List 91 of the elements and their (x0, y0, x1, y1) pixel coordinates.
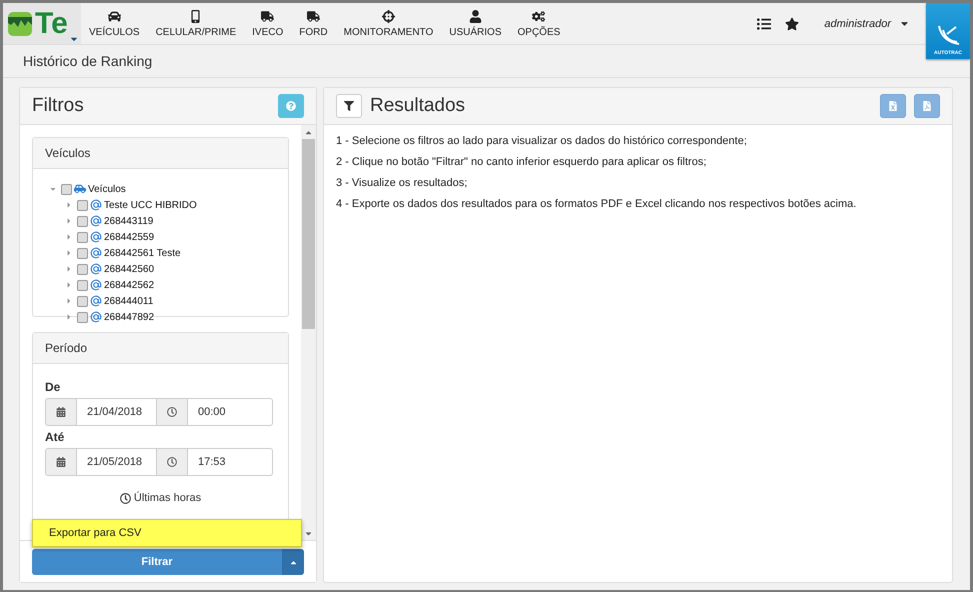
page-title: Histórico de Ranking (23, 53, 152, 69)
expand-icon[interactable] (65, 297, 73, 305)
tree-item[interactable]: 268444011 (104, 296, 154, 306)
tree-item[interactable]: 268442560 (104, 264, 154, 274)
help-icon (286, 101, 296, 111)
user-menu[interactable]: administrador (806, 3, 899, 44)
calendar-addon[interactable] (46, 399, 77, 425)
logo-text: Te (35, 8, 68, 38)
card-title: Veículos (45, 146, 90, 160)
clock-icon (167, 457, 177, 467)
tree-item[interactable]: 268442562 (104, 280, 154, 290)
checkbox[interactable] (77, 200, 88, 210)
clock-addon[interactable] (157, 449, 188, 475)
calendar-icon (56, 457, 66, 467)
expand-icon[interactable] (65, 201, 73, 209)
scrollbar[interactable] (301, 125, 316, 540)
instruction-text: 1 - Selecione os filtros ao lado para visualizar os dados do histórico correspondente; (336, 135, 748, 147)
nav-item[interactable]: VEÍCULOS (81, 3, 148, 44)
checkbox[interactable] (77, 216, 88, 226)
at-sign-icon (90, 231, 102, 243)
user-icon (468, 10, 482, 22)
at-sign-icon (90, 247, 102, 259)
expand-icon[interactable] (65, 249, 73, 257)
checkbox[interactable] (77, 296, 88, 306)
excel-file-icon (888, 101, 898, 111)
excel-export-button[interactable] (880, 94, 906, 118)
instruction-text: 4 - Exporte os dados dos resultados para os formatos PDF e Excel clicando nos respectivos botões acima. (336, 198, 858, 210)
checkbox[interactable] (77, 248, 88, 258)
checkbox[interactable] (61, 184, 72, 194)
date-time-field[interactable]: 21/04/2018 00:00 (45, 398, 273, 426)
help-button[interactable] (278, 94, 304, 118)
panel-title: Filtros (32, 95, 84, 117)
tree-item[interactable]: 268447892 (104, 312, 154, 322)
checkbox[interactable] (77, 264, 88, 274)
truck-icon (261, 10, 274, 22)
nav-item[interactable]: MONITORAMENTO (336, 3, 442, 44)
filter-button[interactable]: Filtrar (32, 549, 282, 575)
menu-item[interactable]: Exportar para CSV (33, 520, 301, 546)
star-icon[interactable] (785, 16, 800, 30)
tree-item[interactable]: 268443119 (104, 216, 154, 226)
tree-item[interactable]: Teste UCC HIBRIDO (104, 200, 197, 210)
pdf-export-button[interactable] (914, 94, 940, 118)
calendar-icon (56, 407, 66, 417)
tree-item[interactable]: 268442561 Teste (104, 248, 181, 258)
expand-icon[interactable] (65, 313, 73, 321)
instruction-text: 3 - Visualize os resultados; (336, 177, 468, 189)
clock-addon[interactable] (157, 399, 188, 425)
filter-toggle-button[interactable] (336, 94, 362, 118)
clock-icon (167, 407, 177, 417)
nav-item[interactable]: FORD (291, 3, 336, 44)
at-sign-icon (90, 263, 102, 275)
instruction-text: 2 - Clique no botão "Filtrar" no canto inferior esquerdo para aplicar os filtros; (336, 156, 708, 168)
checkbox[interactable] (77, 232, 88, 242)
phone-icon (189, 10, 202, 22)
at-sign-icon (90, 279, 102, 291)
expand-icon[interactable] (65, 233, 73, 241)
expand-icon[interactable] (65, 281, 73, 289)
checkbox[interactable] (77, 280, 88, 290)
card-title: Período (45, 341, 88, 355)
truck-icon (306, 10, 320, 22)
list-icon[interactable] (757, 16, 772, 30)
nav-item[interactable]: IVECO (244, 3, 292, 44)
nav-item[interactable]: OPÇÕES (510, 3, 568, 44)
nav-item[interactable]: CELULAR/PRIME (148, 3, 244, 44)
date-time-field[interactable]: 21/05/2018 17:53 (45, 448, 273, 476)
car-icon (74, 183, 86, 195)
chart-icon (7, 10, 33, 36)
field-label: De (45, 380, 62, 394)
field-label: Até (45, 430, 66, 444)
expand-icon[interactable] (65, 217, 73, 225)
collapse-icon[interactable] (49, 185, 57, 193)
app-logo[interactable]: Te (3, 3, 81, 44)
at-sign-icon (90, 215, 102, 227)
checkbox[interactable] (77, 312, 88, 322)
panel-title: Resultados (370, 95, 466, 117)
at-sign-icon (90, 311, 102, 323)
clock-icon (120, 492, 131, 504)
filter-icon (344, 101, 354, 111)
calendar-addon[interactable] (46, 449, 77, 475)
nav-item[interactable]: USUÁRIOS (441, 3, 510, 44)
dropdown-toggle[interactable] (282, 549, 304, 575)
crosshair-icon (382, 10, 395, 22)
tree-item[interactable]: 268442559 (104, 232, 154, 242)
car-icon (108, 10, 121, 22)
expand-icon[interactable] (65, 265, 73, 273)
last-hours-link[interactable]: Últimas horas (120, 492, 202, 504)
at-sign-icon (90, 295, 102, 307)
tree-item[interactable]: Veículos (88, 184, 126, 194)
at-sign-icon (90, 199, 102, 211)
pdf-file-icon (922, 101, 932, 111)
gears-icon (532, 10, 546, 22)
